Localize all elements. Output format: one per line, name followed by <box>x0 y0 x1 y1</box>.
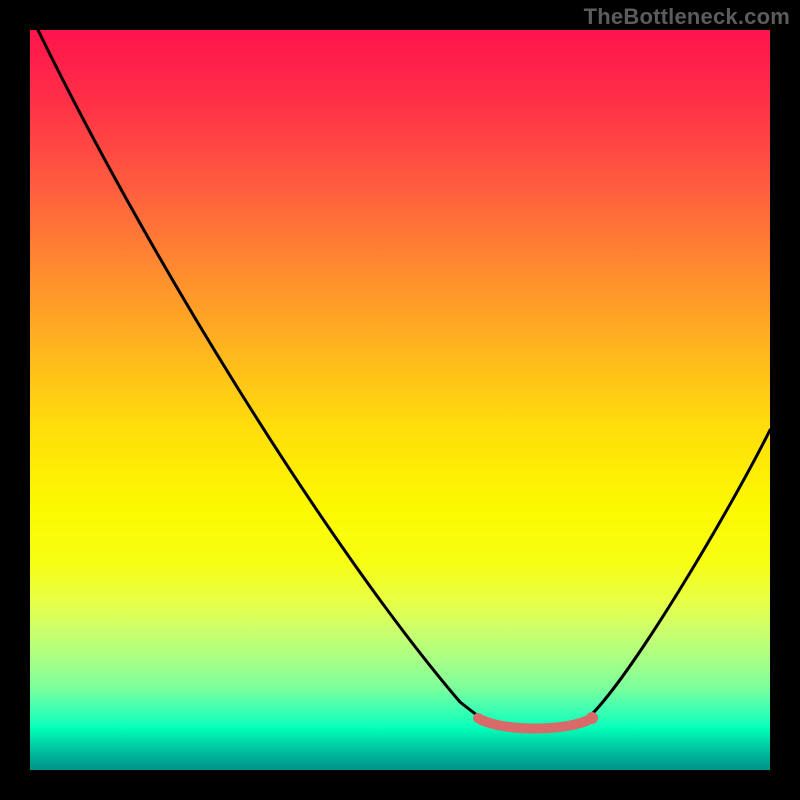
watermark-text: TheBottleneck.com <box>584 4 790 30</box>
sweet-spot-highlight <box>478 718 592 729</box>
bottleneck-curve-left <box>38 30 484 720</box>
sweet-spot-end-dot <box>586 712 598 724</box>
curve-layer <box>30 30 770 770</box>
bottleneck-curve-right <box>586 430 770 720</box>
chart-frame: TheBottleneck.com <box>0 0 800 800</box>
plot-area <box>30 30 770 770</box>
